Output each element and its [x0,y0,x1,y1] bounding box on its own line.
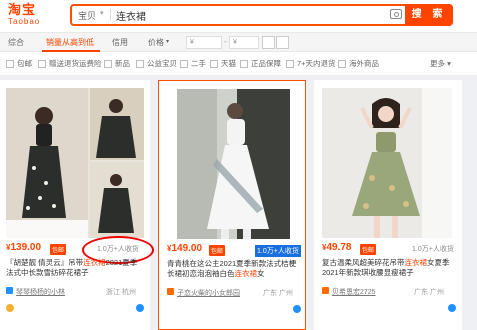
store-name[interactable]: 子恋火柴的小女郎园 [177,288,240,298]
filter-label: 公益宝贝 [147,59,177,68]
title-highlight: 连衣裙 [404,258,428,267]
price-to-input[interactable]: ¥ [229,36,259,49]
list-view-icon[interactable] [276,36,289,49]
filter-label: 二手 [191,59,206,68]
store-name[interactable]: 贝希恩宏2725 [332,287,376,297]
search-bar: 宝贝 ▾ 搜 索 [70,4,453,26]
price-sort-arrow-icon: ▾ [166,39,170,45]
sold-count: 1.0万+人收货 [255,245,301,257]
sort-sales[interactable]: 销量从高到低 [46,37,94,48]
price-dash: - [224,37,227,46]
product-card[interactable]: ¥149.00 包邮 1.0万+人收货 青青桃在这公主2021夏季新款法式桔梗长… [158,80,306,330]
price-value: 149.00 [171,243,203,254]
filter-checkbox[interactable] [136,60,144,68]
search-input[interactable] [116,8,336,22]
gold-seller-icon [6,304,14,312]
logo-en: Taobao [8,17,41,26]
header: 淘宝 Taobao 宝贝 ▾ 搜 索 [0,0,477,32]
grid-view-icon[interactable] [262,36,275,49]
wangwang-chat-icon[interactable] [293,305,301,313]
filter-label: 新品 [115,59,130,68]
product-price: ¥139.00 [6,242,41,253]
wangwang-chat-icon[interactable] [448,304,456,312]
free-shipping-badge: 包邮 [50,244,67,255]
view-toggle [262,36,290,50]
sort-credit[interactable]: 信用 [112,37,128,48]
product-card[interactable]: ¥49.78 包邮 1.0万+人收货 复古温柔风超美碎花吊带连衣裙女夏季2021… [314,80,462,330]
logo-cn: 淘宝 [8,2,37,17]
product-grid: ¥139.00 包邮 1.0万+人收货 『胡楚靓 倩灵云』吊带连衣裙2021夏季… [0,80,477,330]
filter-label: 正品保障 [251,59,281,68]
filter-more-label: 更多 [430,59,445,68]
free-shipping-badge: 包邮 [209,245,226,256]
filter-label: 天猫 [221,59,236,68]
product-title[interactable]: 青青桃在这公主2021夏季新款法式桔梗长裙初恋泡泡袖白色连衣裙女 [167,259,299,279]
filter-checkbox[interactable] [210,60,218,68]
filter-checkbox[interactable] [338,60,346,68]
search-scope-select[interactable]: 宝贝 [78,9,96,22]
filter-label: 赠送退货运费险 [49,59,102,68]
location: 广东 广州 [414,289,444,296]
location: 广东 广州 [263,290,293,297]
filter-checkbox[interactable] [6,60,14,68]
search-button[interactable]: 搜 索 [405,4,453,26]
product-card[interactable]: ¥139.00 包邮 1.0万+人收货 『胡楚靓 倩灵云』吊带连衣裙2021夏季… [0,80,154,330]
camera-icon[interactable] [390,9,402,19]
title-text: 青青桃在这公主2021夏季新款法式桔梗长裙初恋泡泡袖白色 [167,259,297,278]
price-from-input[interactable]: ¥ [186,36,222,49]
filter-label: 7+天内退货 [297,59,336,68]
store-icon [167,288,174,295]
store-icon [6,287,13,294]
free-shipping-badge: 包邮 [360,244,377,255]
filter-checkbox[interactable] [38,60,46,68]
wangwang-chat-icon[interactable] [136,304,144,312]
title-text: 复古温柔风超美碎花吊带 [322,258,405,267]
filter-checkbox[interactable] [286,60,294,68]
product-photo-collage [6,88,144,238]
store-icon [322,287,329,294]
sold-count: 1.0万+人收货 [97,246,139,253]
filter-label: 包邮 [17,59,32,68]
price-value: 139.00 [10,242,42,253]
taobao-logo[interactable]: 淘宝 Taobao [8,3,48,29]
product-photo [322,88,452,238]
sort-default[interactable]: 综合 [8,37,24,48]
taobao-search-page: 淘宝 Taobao 宝贝 ▾ 搜 索 综合 销量从高到低 信用 价格 ▾ ¥ -… [0,0,477,330]
filter-bar: 包邮 赠送退货运费险 新品 公益宝贝 二手 天猫 正品保障 7+天内退货 海外商… [0,52,477,76]
filter-more-button[interactable]: 更多 ▾ [430,58,451,69]
filter-checkbox[interactable] [104,60,112,68]
title-highlight: 连衣裙 [83,258,106,267]
product-price: ¥49.78 [322,242,351,253]
sort-bar: 综合 销量从高到低 信用 价格 ▾ ¥ - ¥ [0,32,477,52]
location: 浙江 杭州 [106,289,136,296]
filter-checkbox[interactable] [180,60,188,68]
price-value: 49.78 [326,242,352,253]
title-text: 『胡楚靓 倩灵云』吊带 [6,258,84,267]
store-name[interactable]: 琴琴杨杨的小林 [16,287,65,297]
product-image[interactable] [177,89,290,239]
product-image[interactable] [6,88,144,238]
sold-count: 1.0万+人收货 [412,246,454,253]
product-image[interactable] [322,88,452,238]
chevron-down-icon: ▾ [100,10,104,17]
product-title[interactable]: 『胡楚靓 倩灵云』吊带连衣裙2021夏季法式中长款雪纺碎花裙子 [6,258,144,278]
title-text: 女 [257,269,265,278]
product-title[interactable]: 复古温柔风超美碎花吊带连衣裙女夏季2021年新款琪收腰显瘦裙子 [322,258,456,278]
title-highlight: 连衣裙 [234,269,258,278]
filter-label: 海外商品 [349,59,379,68]
sort-price[interactable]: 价格 [148,37,164,48]
product-photo [177,89,290,239]
search-divider [110,9,111,21]
product-price: ¥149.00 [167,243,202,254]
filter-checkbox[interactable] [240,60,248,68]
